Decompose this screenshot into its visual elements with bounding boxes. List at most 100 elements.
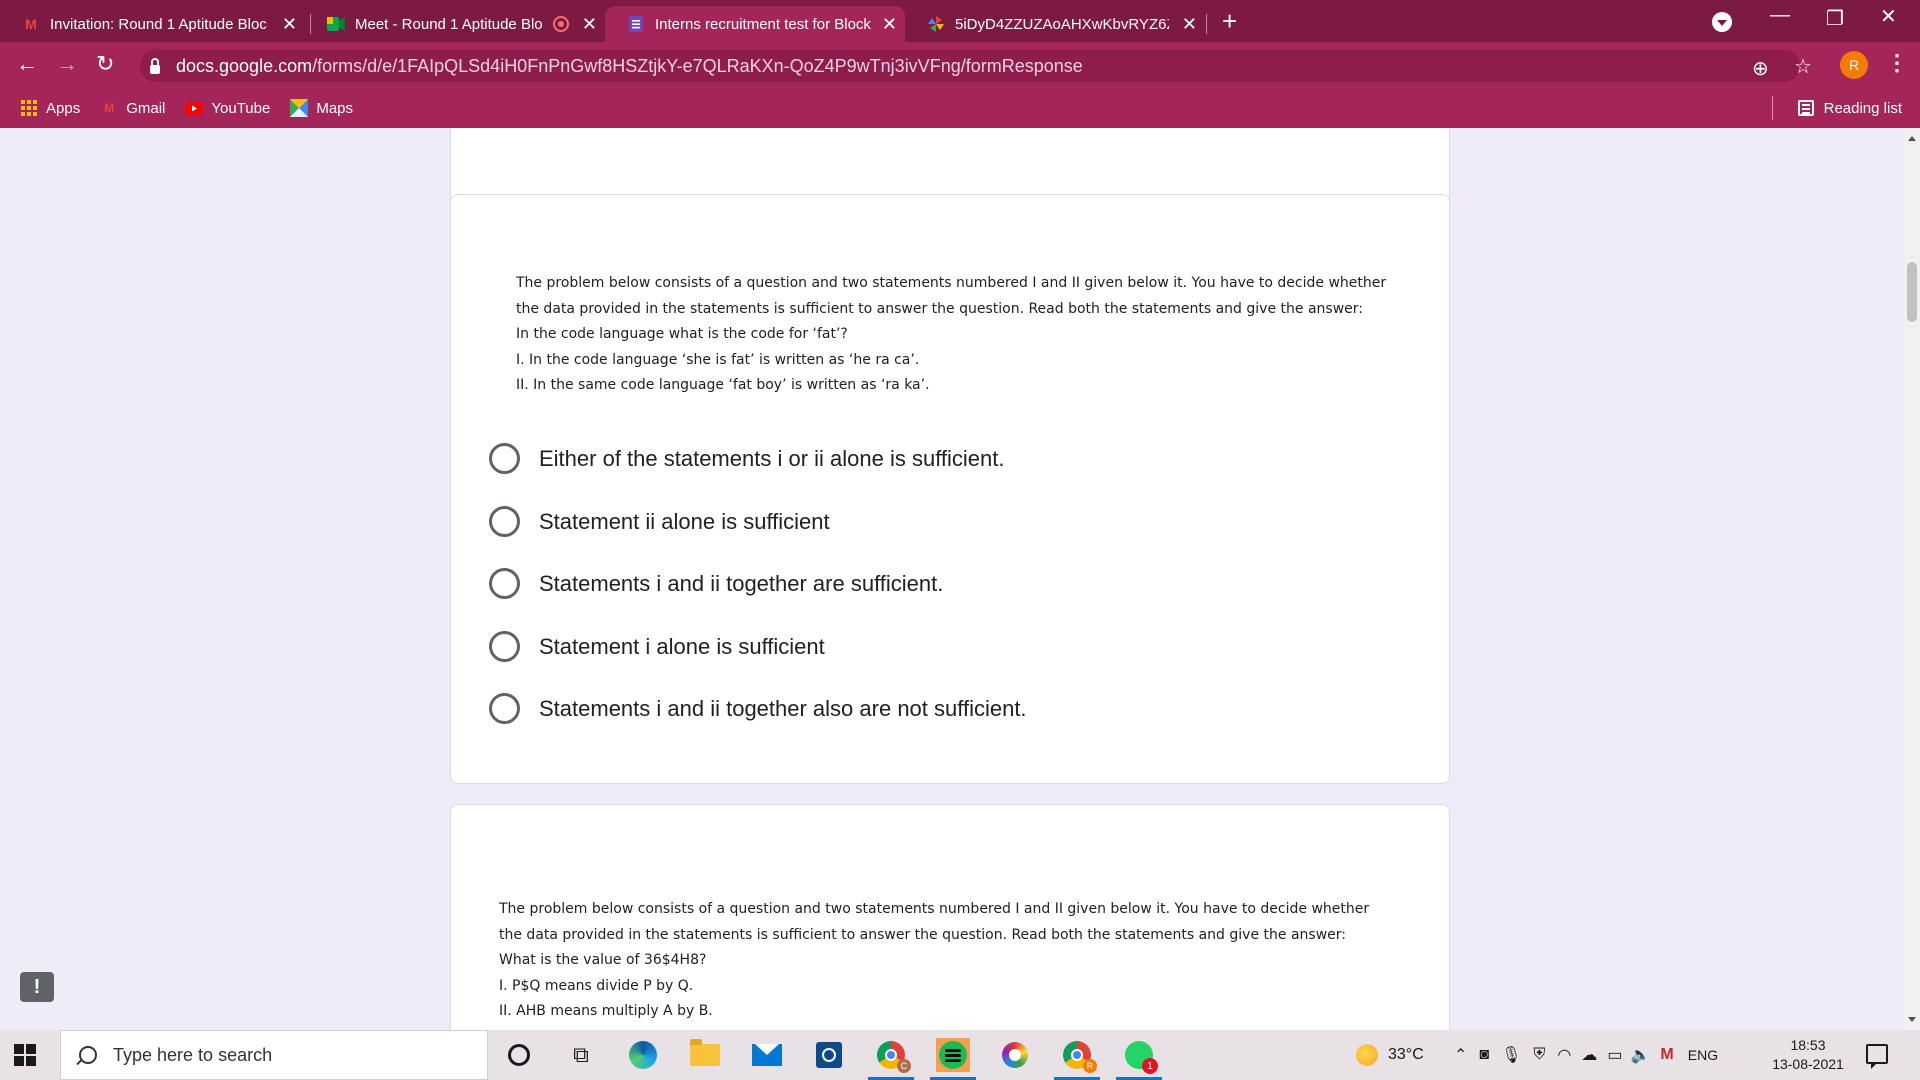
tab-forms-active[interactable]: Interns recruitment test for Block ✕ bbox=[605, 6, 905, 42]
taskbar-file-explorer[interactable] bbox=[688, 1038, 722, 1072]
back-arrow-icon[interactable]: ← bbox=[16, 50, 38, 78]
maps-icon bbox=[290, 99, 309, 117]
reading-list-icon bbox=[1797, 100, 1814, 116]
weather-widget[interactable]: 33°C bbox=[1356, 1030, 1424, 1080]
answer-option[interactable]: Statements i and ii together also are no… bbox=[489, 693, 1027, 756]
option-label[interactable]: Either of the statements i or ii alone i… bbox=[539, 443, 1005, 474]
forward-arrow-icon[interactable]: → bbox=[56, 50, 78, 78]
menu-kebab-icon[interactable]: ⋮ bbox=[1886, 50, 1908, 76]
option-label[interactable]: Statements i and ii together also are no… bbox=[539, 693, 1027, 724]
tab-gmail-invitation[interactable]: M Invitation: Round 1 Aptitude Bloc ✕ bbox=[0, 6, 305, 42]
taskbar-dell[interactable] bbox=[812, 1038, 846, 1072]
radio-button[interactable] bbox=[489, 693, 520, 724]
recording-icon bbox=[553, 16, 569, 32]
answer-option[interactable]: Statement i alone is sufficient bbox=[489, 630, 1027, 694]
tab-divider bbox=[1206, 14, 1207, 34]
answer-option[interactable]: Statement ii alone is sufficient bbox=[489, 505, 1027, 569]
zoom-icon[interactable]: ⊕ bbox=[1752, 56, 1769, 81]
tab-title: Invitation: Round 1 Aptitude Bloc bbox=[50, 15, 267, 33]
report-feedback-icon[interactable]: ! bbox=[20, 972, 54, 1002]
question-line: The problem below consists of a question… bbox=[516, 275, 1387, 291]
scrollbar-thumb[interactable] bbox=[1907, 262, 1917, 322]
bookmark-maps[interactable]: Maps bbox=[290, 99, 353, 117]
cloud-icon[interactable]: ☁ bbox=[1581, 1045, 1597, 1065]
address-toolbar: ← → ↻ docs.google.com/forms/d/e/1FAIpQLS… bbox=[0, 42, 1920, 88]
close-tab-icon[interactable]: ✕ bbox=[1182, 15, 1197, 33]
radio-button[interactable] bbox=[489, 568, 520, 599]
lock-icon[interactable] bbox=[150, 57, 160, 74]
taskbar-search-box[interactable]: Type here to search bbox=[60, 1030, 488, 1080]
scroll-down-arrow-icon[interactable] bbox=[1908, 1017, 1916, 1022]
taskbar-edge[interactable] bbox=[626, 1038, 660, 1072]
option-label[interactable]: Statement i alone is sufficient bbox=[539, 631, 825, 662]
option-label[interactable]: Statement ii alone is sufficient bbox=[539, 506, 830, 537]
system-clock[interactable]: 18:53 13-08-2021 bbox=[1768, 1036, 1848, 1074]
windows-start-icon[interactable] bbox=[14, 1044, 36, 1066]
scroll-up-arrow-icon[interactable] bbox=[1908, 136, 1916, 141]
cortana-button[interactable] bbox=[502, 1038, 536, 1072]
profile-avatar[interactable]: R bbox=[1840, 51, 1868, 79]
restore-icon[interactable]: ❐ bbox=[1826, 6, 1844, 31]
reload-icon[interactable]: ↻ bbox=[96, 50, 114, 78]
question-text: The problem below consists of a question… bbox=[499, 897, 1419, 1025]
tab-strip: M Invitation: Round 1 Aptitude Bloc ✕ Me… bbox=[0, 0, 1920, 42]
option-label[interactable]: Statements i and ii together are suffici… bbox=[539, 568, 943, 599]
page-scrollbar[interactable] bbox=[1904, 128, 1920, 1030]
question-line: II. In the same code language ‘fat boy’ … bbox=[516, 377, 930, 393]
tab-title: Interns recruitment test for Block bbox=[655, 15, 871, 33]
radio-button[interactable] bbox=[489, 630, 520, 662]
radio-button[interactable] bbox=[489, 443, 520, 474]
language-indicator[interactable]: ENG bbox=[1688, 1047, 1718, 1063]
close-tab-icon[interactable]: ✕ bbox=[282, 15, 297, 33]
answer-option[interactable]: Statements i and ii together are suffici… bbox=[489, 568, 1027, 631]
bookmark-star-icon[interactable]: ☆ bbox=[1794, 54, 1812, 79]
taskbar-chrome-profile-c[interactable]: C bbox=[868, 1038, 914, 1080]
answer-option[interactable]: Either of the statements i or ii alone i… bbox=[489, 443, 1027, 506]
taskbar-whatsapp[interactable]: 1 bbox=[1116, 1038, 1162, 1080]
tab-search-dropdown-icon[interactable] bbox=[1712, 12, 1732, 32]
bookmark-youtube[interactable]: YouTube bbox=[185, 99, 270, 117]
task-view-button[interactable]: ⧉ bbox=[564, 1038, 598, 1072]
google-meet-icon bbox=[327, 15, 345, 33]
shield-icon[interactable]: ⛨ bbox=[1533, 1046, 1545, 1064]
address-bar[interactable]: docs.google.com/forms/d/e/1FAIpQLSd4iH0F… bbox=[140, 50, 1812, 82]
camera-icon[interactable]: ◙ bbox=[1479, 1046, 1489, 1064]
search-placeholder: Type here to search bbox=[113, 1044, 273, 1065]
speaker-icon[interactable]: 🔈 bbox=[1631, 1045, 1651, 1065]
clock-date: 13-08-2021 bbox=[1772, 1056, 1844, 1072]
taskbar-mail[interactable] bbox=[750, 1038, 784, 1072]
url-text[interactable]: docs.google.com/forms/d/e/1FAIpQLSd4iH0F… bbox=[176, 56, 1083, 77]
bookmarks-divider bbox=[1772, 96, 1773, 120]
system-tray: ⌃ ◙ 🎙 ⛨ ◠ ☁ ▭ 🔈 M ENG bbox=[1454, 1030, 1718, 1080]
minimize-icon[interactable]: — bbox=[1770, 4, 1790, 27]
battery-icon[interactable]: ▭ bbox=[1607, 1045, 1622, 1065]
bookmark-apps[interactable]: Apps bbox=[20, 99, 80, 117]
new-tab-button[interactable]: + bbox=[1222, 8, 1237, 34]
bookmark-gmail[interactable]: M Gmail bbox=[100, 99, 165, 117]
close-tab-icon[interactable]: ✕ bbox=[582, 15, 597, 33]
gmail-icon: M bbox=[104, 101, 115, 115]
question-line: the data provided in the statements is s… bbox=[499, 926, 1346, 943]
chevron-up-icon[interactable]: ⌃ bbox=[1454, 1045, 1467, 1065]
tab-meet[interactable]: Meet - Round 1 Aptitude Blo ✕ bbox=[305, 6, 605, 42]
close-window-icon[interactable]: ✕ bbox=[1880, 4, 1897, 29]
action-center-icon[interactable] bbox=[1866, 1044, 1888, 1069]
microphone-icon[interactable]: 🎙 bbox=[1501, 1045, 1521, 1065]
radio-button[interactable] bbox=[489, 505, 520, 537]
pinwheel-icon bbox=[927, 15, 945, 33]
chrome-icon: C bbox=[877, 1041, 911, 1073]
windows-taskbar: Type here to search ⧉ C R 1 33°C ⌃ ◙ 🎙 ⛨… bbox=[0, 1030, 1920, 1080]
mcafee-icon[interactable]: M bbox=[1660, 1046, 1673, 1064]
taskbar-chrome-profile-r[interactable]: R bbox=[1054, 1038, 1100, 1080]
taskbar-spotify[interactable] bbox=[930, 1038, 976, 1080]
google-forms-icon bbox=[627, 15, 645, 33]
temperature: 33°C bbox=[1388, 1046, 1424, 1063]
question-text: The problem below consists of a question… bbox=[516, 271, 1416, 399]
reading-list-button[interactable]: Reading list bbox=[1797, 88, 1902, 128]
tab-image[interactable]: 5iDyD4ZZUZAoAHXwKbvRYZ6ZL ✕ bbox=[905, 6, 1205, 42]
close-tab-icon[interactable]: ✕ bbox=[882, 15, 897, 33]
wifi-icon[interactable]: ◠ bbox=[1557, 1045, 1571, 1065]
chrome-icon: R bbox=[1063, 1041, 1097, 1073]
apps-grid-icon bbox=[20, 99, 38, 117]
taskbar-color-app[interactable] bbox=[998, 1038, 1032, 1072]
